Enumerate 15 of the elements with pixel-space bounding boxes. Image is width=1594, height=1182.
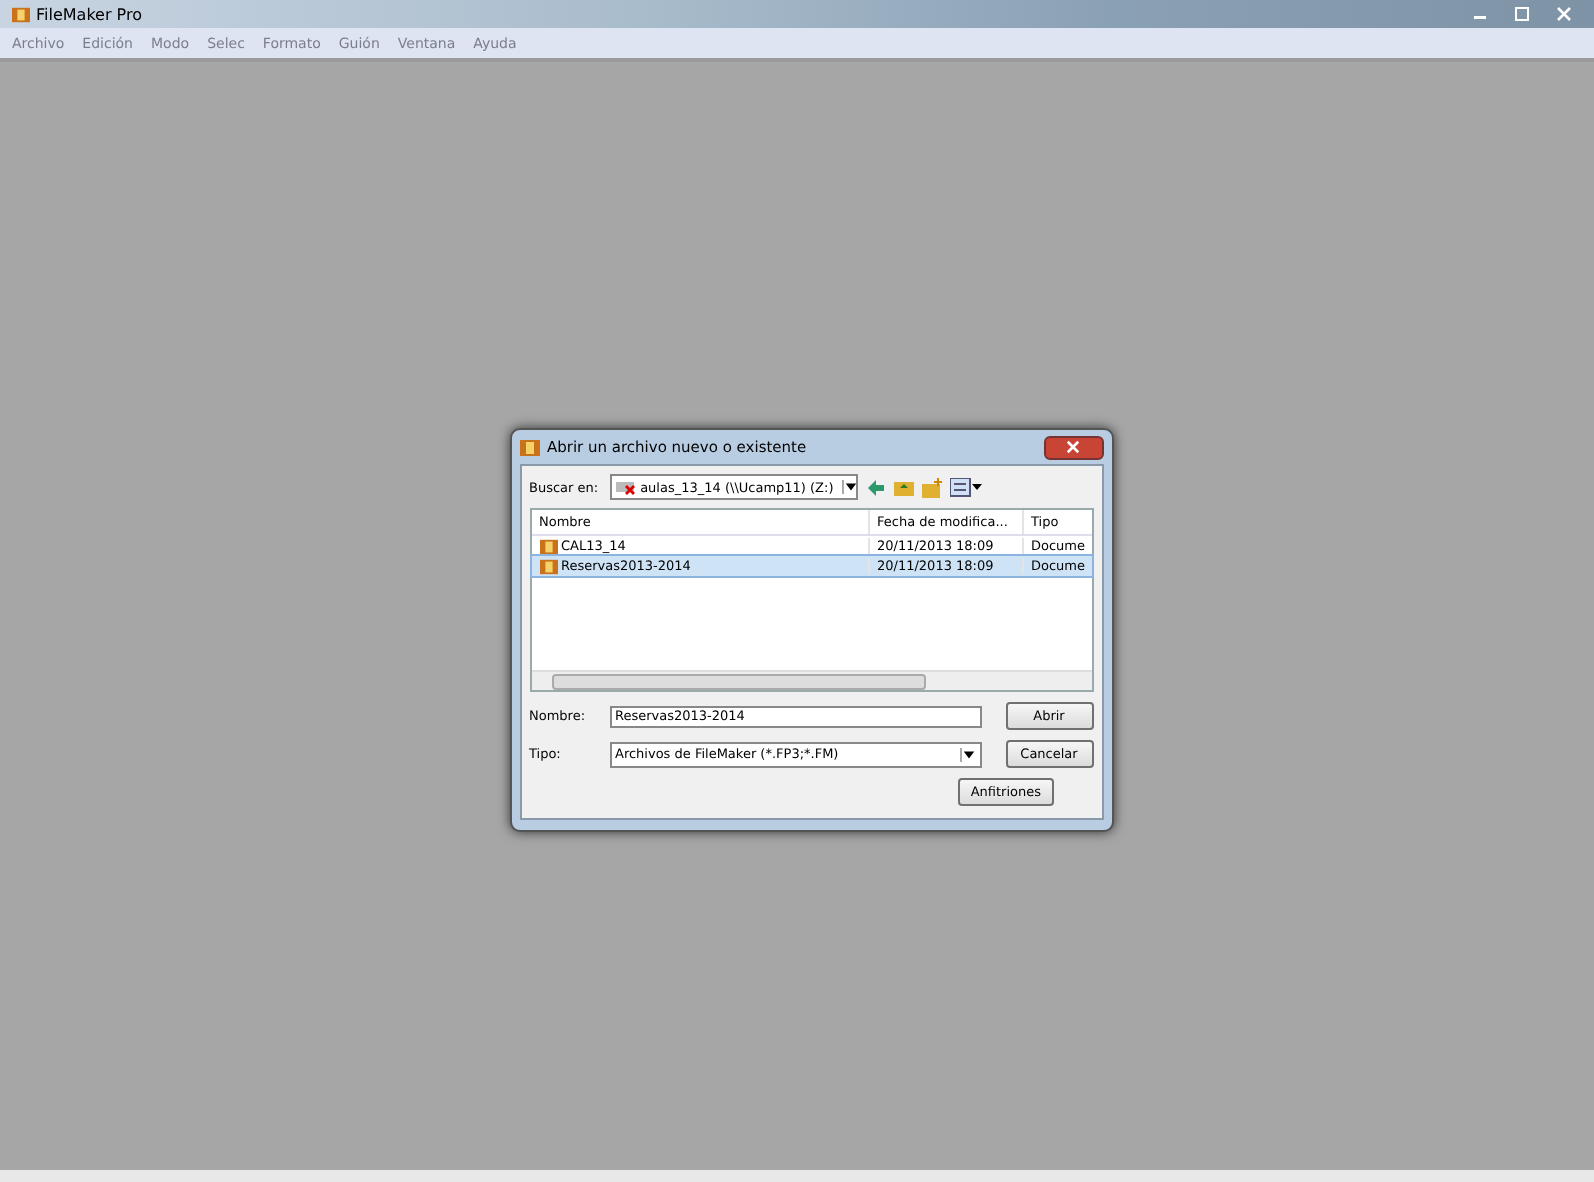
back-arrow-icon[interactable] — [866, 477, 887, 497]
app-icon — [12, 5, 30, 23]
horizontal-scrollbar[interactable] — [531, 670, 1091, 690]
folder-up-icon[interactable] — [894, 477, 915, 497]
app-icon — [519, 437, 539, 457]
dropdown-arrow-icon — [959, 747, 975, 761]
close-icon — [1066, 440, 1080, 454]
close-icon — [1556, 6, 1572, 22]
close-button[interactable] — [1043, 435, 1103, 459]
dropdown-arrow-icon — [841, 480, 858, 494]
window-title: FileMaker Pro — [36, 5, 142, 23]
view-menu-icon[interactable] — [950, 477, 983, 497]
network-drive-icon — [616, 479, 637, 495]
new-folder-icon[interactable] — [922, 477, 943, 497]
maximize-icon — [1514, 6, 1530, 22]
